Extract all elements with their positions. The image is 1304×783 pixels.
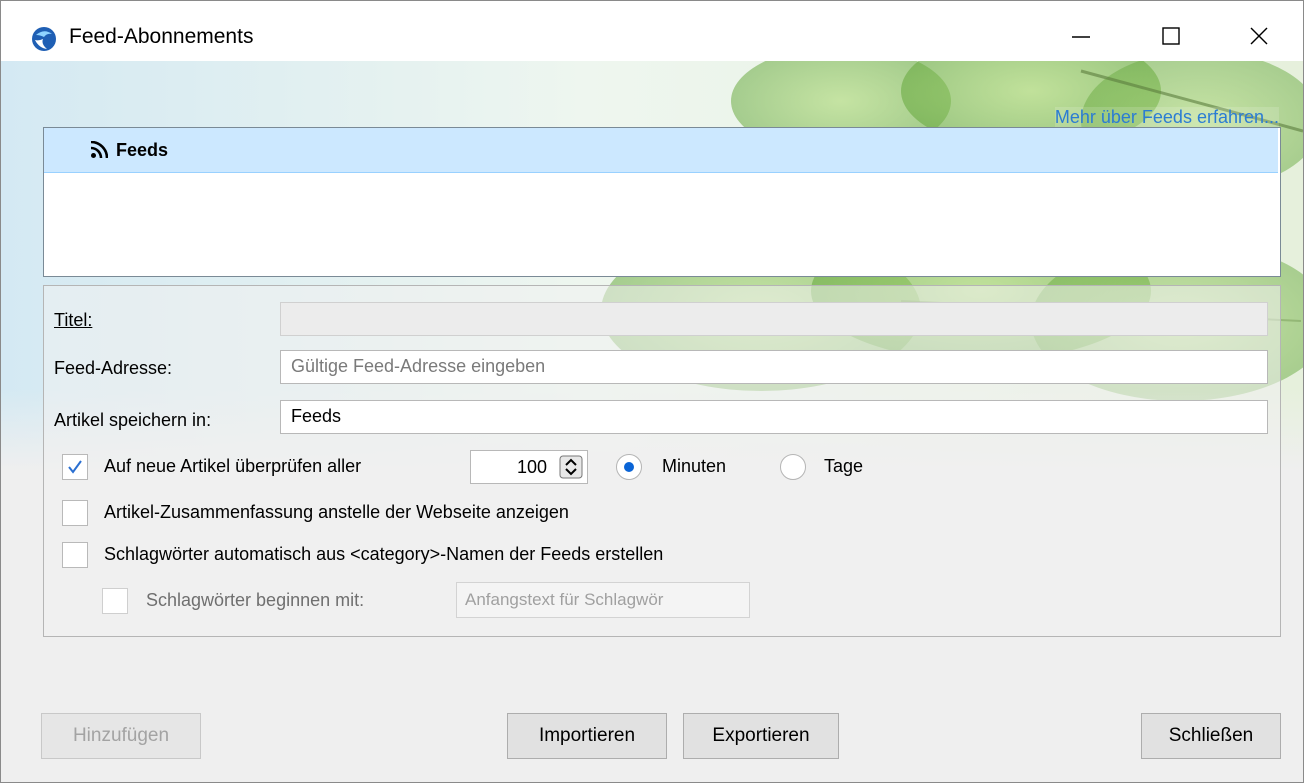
close-icon [1250, 27, 1268, 45]
interval-stepper[interactable]: 100 [470, 450, 588, 484]
check-new-articles-label: Auf neue Artikel überprüfen aller [104, 456, 362, 476]
title-label-text: Titel: [54, 310, 93, 330]
store-in-label: Artikel speichern in: [54, 410, 212, 430]
thunderbird-icon [32, 27, 56, 51]
maximize-icon [1162, 27, 1180, 45]
minimize-button[interactable] [1051, 16, 1111, 56]
tag-prefix-checkbox[interactable] [102, 588, 128, 614]
tag-prefix-input[interactable]: Anfangstext für Schlagwör [456, 582, 750, 618]
radio-selected-dot [624, 462, 634, 472]
autotag-checkbox[interactable] [62, 542, 88, 568]
window-title: Feed-Abonnements [69, 25, 254, 48]
close-window-button[interactable] [1229, 16, 1289, 56]
days-label: Tage [824, 456, 864, 476]
summary-checkbox[interactable] [62, 500, 88, 526]
days-radio[interactable] [780, 454, 806, 480]
feed-properties-group: Titel: Feed-Adresse: Gültige Feed-Adress… [43, 285, 1281, 637]
interval-value: 100 [516, 457, 547, 477]
address-label: Feed-Adresse: [54, 358, 173, 378]
title-bar[interactable]: Feed-Abonnements [1, 1, 1303, 61]
checkmark-icon [68, 460, 82, 474]
stepper-arrows-icon[interactable] [559, 455, 583, 479]
close-button[interactable]: Schließen [1141, 713, 1281, 759]
export-button[interactable]: Exportieren [683, 713, 839, 759]
maximize-button[interactable] [1141, 16, 1201, 56]
dialog-content: Mehr über Feeds erfahren... Feeds Titel:… [1, 61, 1303, 782]
feed-address-input[interactable]: Gültige Feed-Adresse eingeben [280, 350, 1268, 384]
store-in-field[interactable]: Feeds [280, 400, 1268, 434]
title-input[interactable] [280, 302, 1268, 336]
feeds-tree[interactable]: Feeds [43, 127, 1281, 277]
tag-prefix-label: Schlagwörter beginnen mit: [146, 590, 365, 610]
import-button[interactable]: Importieren [507, 713, 667, 759]
summary-label: Artikel-Zusammenfassung anstelle der Web… [104, 502, 569, 522]
minimize-icon [1072, 36, 1090, 38]
autotag-label: Schlagwörter automatisch aus <category>-… [104, 544, 664, 564]
rss-icon [90, 141, 108, 159]
title-label: Titel: [54, 310, 92, 331]
minutes-radio[interactable] [616, 454, 642, 480]
feed-subscriptions-window: Feed-Abonnements Mehr über Feeds erfahre… [0, 0, 1304, 783]
tree-row-label: Feeds [116, 139, 169, 160]
minutes-label: Minuten [662, 456, 727, 476]
check-new-articles-checkbox[interactable] [62, 454, 88, 480]
add-button[interactable]: Hinzufügen [41, 713, 201, 759]
tree-row-feeds[interactable]: Feeds [44, 128, 1278, 173]
learn-more-link[interactable]: Mehr über Feeds erfahren... [1054, 107, 1279, 128]
